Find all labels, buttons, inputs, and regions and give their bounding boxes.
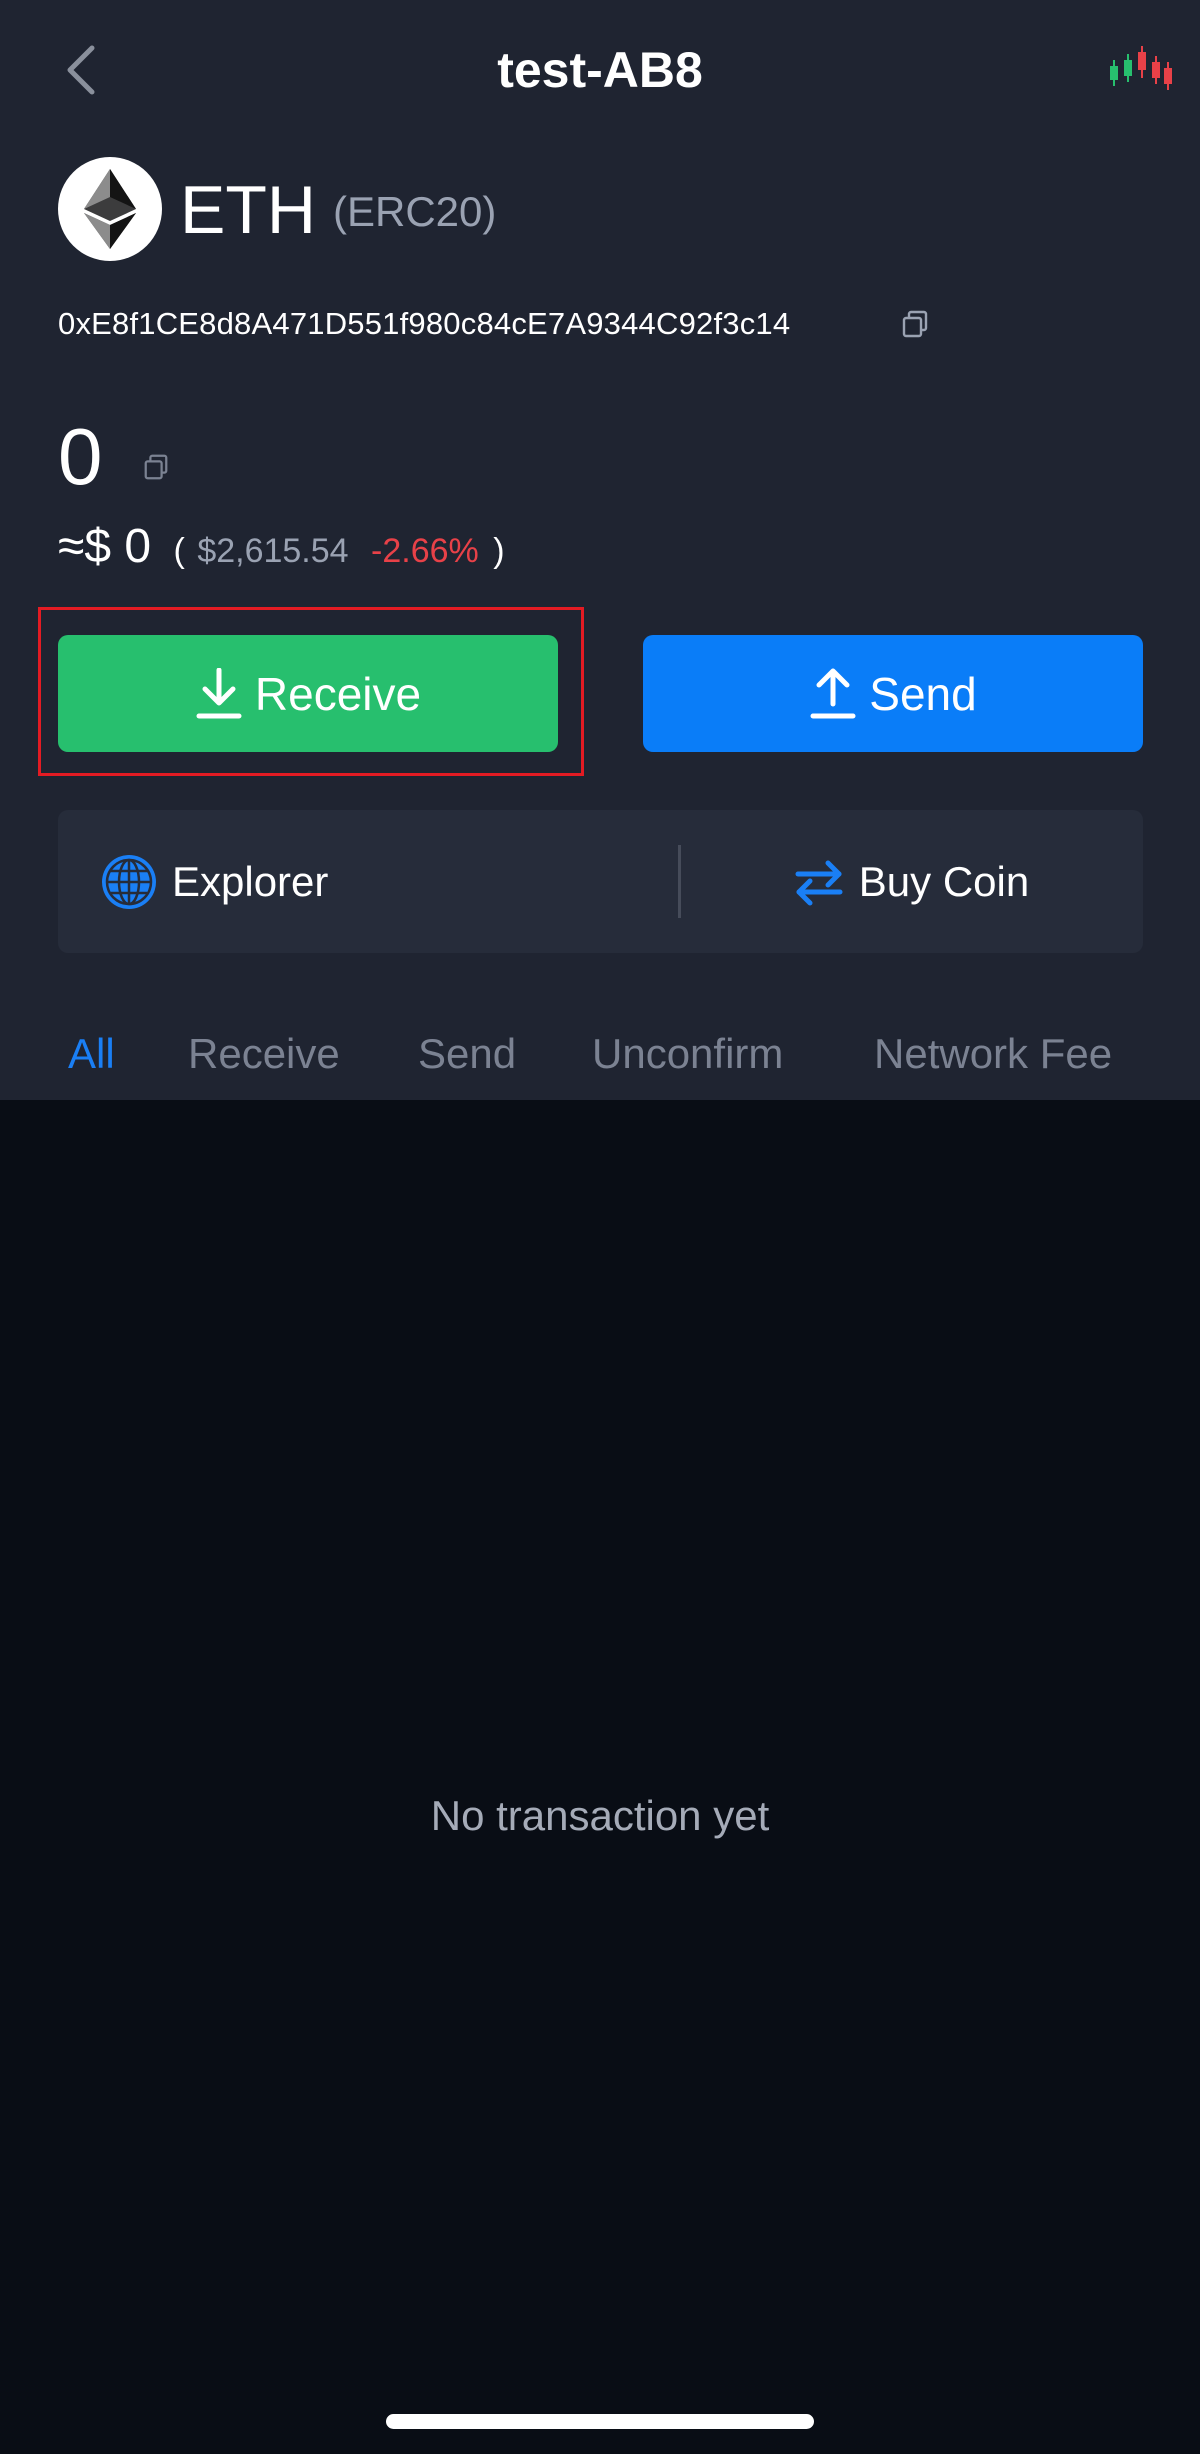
tab-all[interactable]: All: [68, 1024, 115, 1084]
send-button[interactable]: Send: [643, 635, 1143, 752]
back-chevron-icon[interactable]: [58, 40, 106, 100]
paren-close: ): [493, 532, 505, 570]
tab-network-fee[interactable]: Network Fee: [874, 1024, 1112, 1084]
price-change: -2.66%: [371, 532, 479, 570]
coin-price: $2,615.54: [197, 532, 349, 570]
fiat-value-row: ≈$ 0 ( $2,615.54 -2.66% ): [58, 518, 505, 576]
page-title: test-AB8: [497, 42, 703, 98]
fiat-balance: ≈$ 0: [58, 520, 152, 573]
globe-icon: [102, 854, 156, 909]
candlestick-chart-icon[interactable]: [1108, 44, 1174, 94]
highlight-box: [38, 607, 584, 776]
empty-state-message: No transaction yet: [430, 1792, 770, 1839]
balance-amount: 0: [58, 412, 103, 501]
home-indicator[interactable]: [386, 2414, 814, 2429]
paren-open: (: [173, 532, 185, 570]
copy-address-icon[interactable]: [900, 309, 930, 339]
buy-coin-button[interactable]: Buy Coin: [681, 810, 1143, 953]
explorer-button[interactable]: Explorer: [58, 810, 678, 953]
coin-symbol: ETH: [180, 172, 316, 248]
tab-receive[interactable]: Receive: [188, 1024, 340, 1084]
upload-arrow-icon: [810, 668, 856, 718]
wallet-address: 0xE8f1CE8d8A471D551f980c84cE7A9344C92f3c…: [58, 306, 791, 341]
tab-send[interactable]: Send: [418, 1024, 516, 1084]
coin-network: (ERC20): [333, 188, 497, 235]
send-button-label: Send: [869, 667, 977, 720]
buy-coin-label: Buy Coin: [858, 857, 1030, 905]
explorer-label: Explorer: [172, 857, 329, 905]
copy-balance-icon[interactable]: [142, 453, 170, 481]
tab-unconfirm[interactable]: Unconfirm: [592, 1024, 783, 1084]
swap-arrows-icon: [795, 860, 843, 905]
ethereum-logo-icon: [58, 157, 162, 261]
